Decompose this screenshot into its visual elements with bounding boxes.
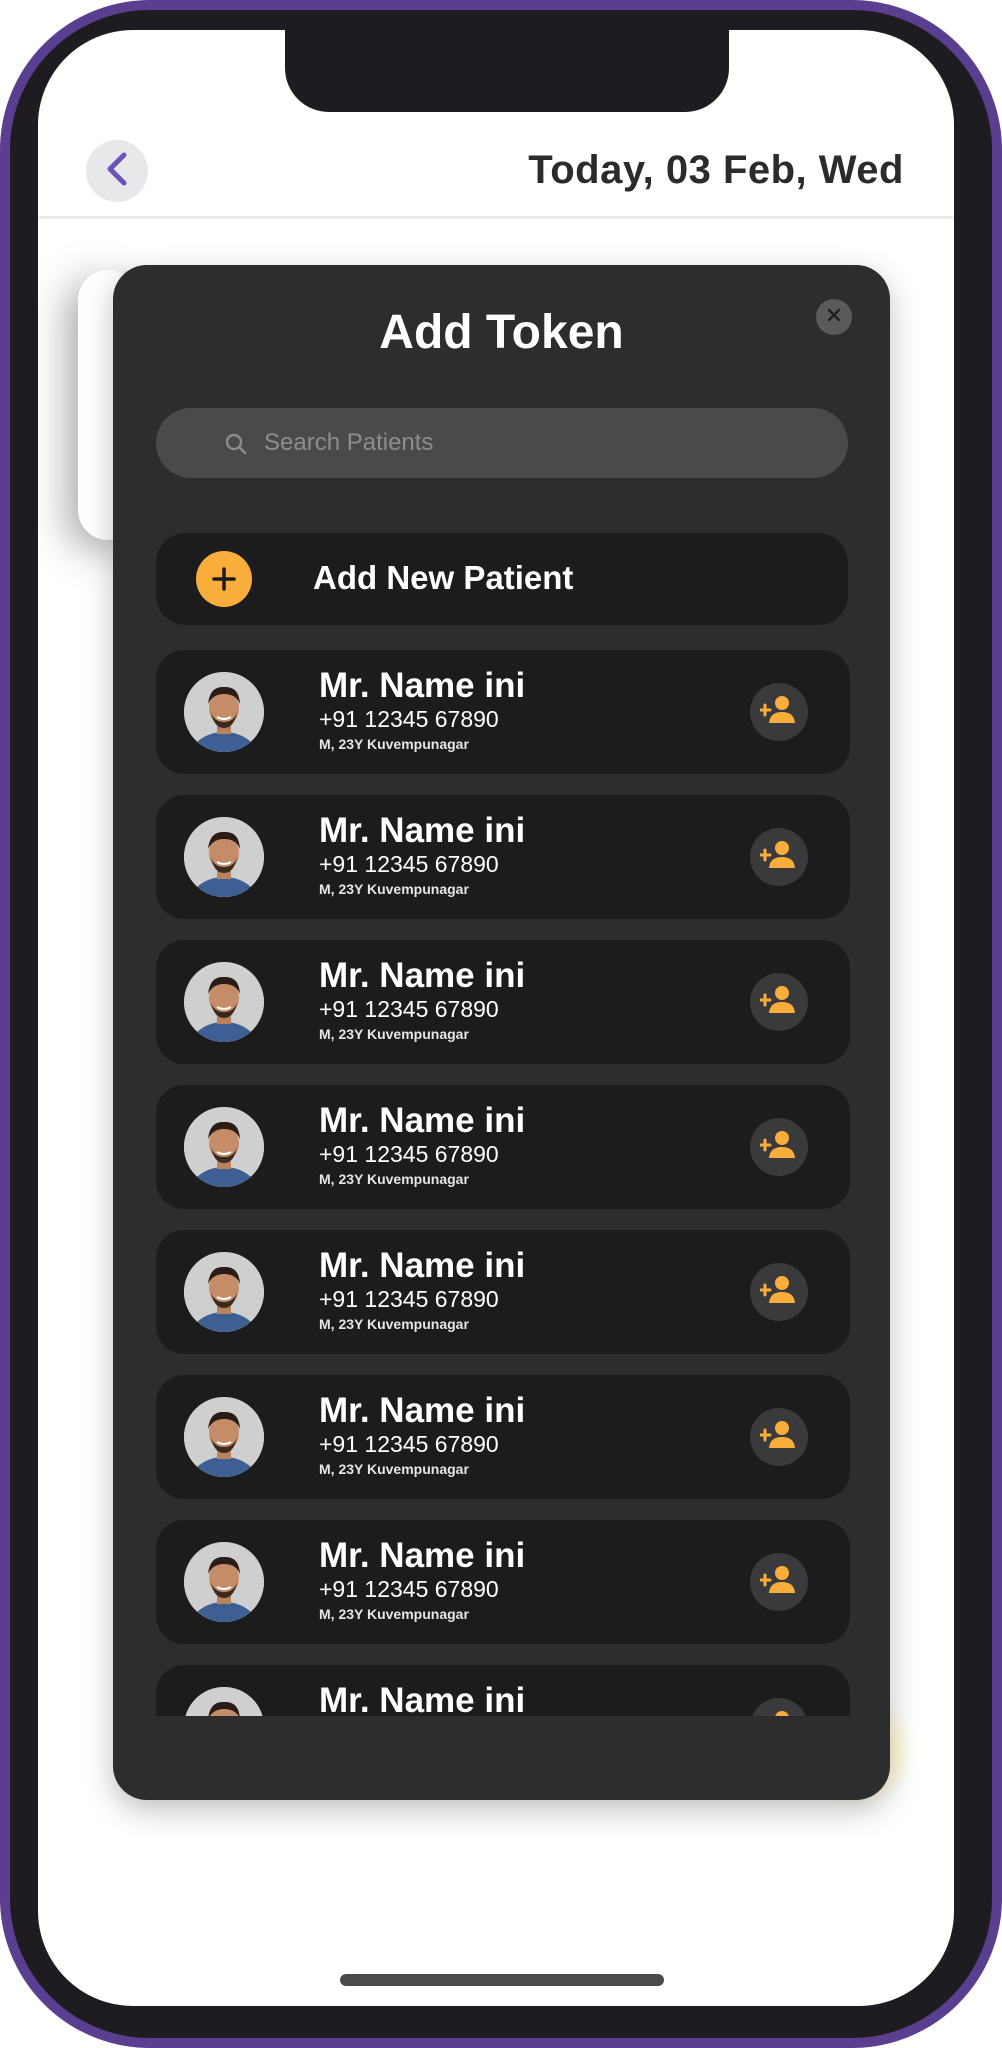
add-patient-token-button[interactable] [750,683,808,741]
patient-phone: +91 12345 67890 [319,851,499,877]
patient-avatar [184,817,264,897]
patient-name: Mr. Name ini [319,1246,526,1285]
add-patient-token-button[interactable] [750,1698,808,1716]
person-add-icon [758,1565,798,1600]
patient-name: Mr. Name ini [319,1391,526,1430]
person-add-icon [758,840,798,875]
person-add-icon [758,1420,798,1455]
add-patient-token-button[interactable] [750,973,808,1031]
app-screen: Today, 03 Feb, Wed Add Token Search Pati… [38,30,954,2006]
patient-list[interactable]: Mr. Name ini +91 12345 67890 M, 23Y Kuve… [156,650,850,1716]
patient-phone: +91 12345 67890 [319,996,499,1022]
patient-name: Mr. Name ini [319,811,526,850]
add-patient-token-button[interactable] [750,1118,808,1176]
patient-avatar [184,1397,264,1477]
patient-details: M, 23Y Kuvempunagar [319,1316,469,1332]
patient-avatar [184,1252,264,1332]
patient-avatar [184,1687,264,1716]
patient-row[interactable]: Mr. Name ini +91 12345 67890 M, 23Y Kuve… [156,1520,850,1644]
patient-name: Mr. Name ini [319,1101,526,1140]
patient-name: Mr. Name ini [319,1536,526,1575]
patient-row[interactable]: Mr. Name ini +91 12345 67890 M, 23Y Kuve… [156,650,850,774]
patient-avatar [184,1542,264,1622]
device-notch [285,30,729,112]
add-patient-token-button[interactable] [750,1263,808,1321]
patient-row[interactable]: Mr. Name ini +91 12345 67890 M, 23Y Kuve… [156,1230,850,1354]
patient-details: M, 23Y Kuvempunagar [319,1461,469,1477]
home-indicator [340,1974,664,1986]
back-button[interactable] [86,140,148,202]
search-input[interactable] [262,428,848,458]
patient-phone: +91 12345 67890 [319,1286,499,1312]
person-add-icon [760,1710,798,1716]
patient-avatar [184,1107,264,1187]
patient-details: M, 23Y Kuvempunagar [319,1026,469,1042]
patient-phone: +91 12345 67890 [319,706,499,732]
patient-phone: +91 12345 67890 [319,1431,499,1457]
patient-details: M, 23Y Kuvempunagar [319,1171,469,1187]
add-token-modal: Add Token Add New Patient [113,265,890,1800]
patient-details: M, 23Y Kuvempunagar [319,1606,469,1622]
patient-row[interactable]: Mr. Name ini +91 12345 67890 M, 23Y Kuve… [156,1375,850,1499]
header-divider [38,216,954,219]
patient-phone: +91 12345 67890 [319,1576,499,1602]
add-new-patient-label: Add New Patient [313,559,574,596]
patient-row[interactable]: Mr. Name ini +91 12345 67890 M, 23Y Kuve… [156,1085,850,1209]
add-new-patient-button[interactable]: Add New Patient [156,533,848,625]
person-add-icon [758,1130,798,1165]
patient-avatar [184,672,264,752]
patient-row[interactable]: Mr. Name ini +91 12345 67890 M, 23Y Kuve… [156,940,850,1064]
person-add-icon [758,695,798,730]
person-add-icon [758,985,798,1020]
header-date: Today, 03 Feb, Wed [528,148,904,192]
patient-row[interactable]: Mr. Name ini +91 12345 67890 M, 23Y Kuve… [156,795,850,919]
patient-details: M, 23Y Kuvempunagar [319,736,469,752]
add-patient-token-button[interactable] [750,1553,808,1611]
patient-details: M, 23Y Kuvempunagar [319,881,469,897]
search-icon [224,432,248,456]
patient-name: Mr. Name ini [319,956,526,995]
search-bar[interactable] [156,408,848,478]
modal-title: Add Token [379,306,624,359]
patient-name: Mr. Name ini [319,666,526,705]
add-patient-token-button[interactable] [750,828,808,886]
patient-row[interactable]: Mr. Name ini +91 12345 67890 M, 23Y Kuve… [156,1665,850,1716]
patient-phone: +91 12345 67890 [319,1141,499,1167]
plus-icon [196,551,252,607]
patient-name: Mr. Name ini [319,1681,526,1716]
patient-avatar [184,962,264,1042]
chevron-left-icon [102,151,132,192]
person-add-icon [758,1275,798,1310]
add-patient-token-button[interactable] [750,1408,808,1466]
